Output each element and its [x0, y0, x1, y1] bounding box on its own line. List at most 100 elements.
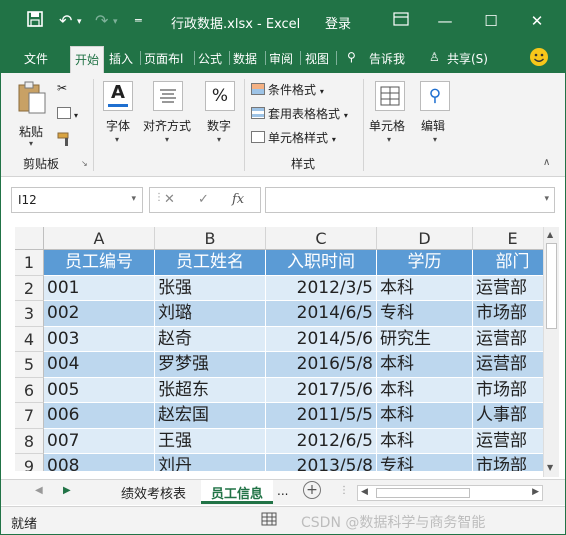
table-header-cell[interactable]: 员工编号: [44, 250, 155, 276]
table-cell[interactable]: 专科: [377, 301, 473, 327]
confirm-icon[interactable]: ✓: [198, 192, 209, 207]
name-box-dropdown-icon[interactable]: ▾: [131, 194, 136, 204]
add-sheet-icon[interactable]: +: [303, 481, 321, 499]
formula-options-icon[interactable]: ⋮: [154, 192, 164, 203]
table-cell[interactable]: 赵奇: [155, 326, 266, 352]
cells-button[interactable]: 单元格 ▾: [369, 79, 415, 149]
table-cell[interactable]: 市场部: [473, 377, 543, 403]
row-header-7[interactable]: 7: [15, 403, 44, 429]
table-cell[interactable]: 006: [44, 403, 155, 429]
column-header-b[interactable]: B: [155, 227, 266, 250]
scroll-down-icon[interactable]: ▼: [547, 463, 553, 472]
table-cell[interactable]: 运营部: [473, 275, 543, 301]
table-cell[interactable]: 本科: [377, 352, 473, 378]
sheet-tab-performance[interactable]: 绩效考核表: [111, 480, 196, 504]
tab-split-icon[interactable]: ⋮: [339, 485, 349, 496]
cell-style-button[interactable]: 单元格样式 ▾: [251, 129, 336, 146]
table-cell[interactable]: 赵宏国: [155, 403, 266, 429]
cells-dropdown-icon[interactable]: ▾: [387, 135, 391, 144]
row-header-6[interactable]: 6: [15, 377, 44, 403]
column-header-c[interactable]: C: [266, 227, 377, 250]
scroll-up-icon[interactable]: ▲: [547, 230, 553, 239]
row-header-5[interactable]: 5: [15, 352, 44, 378]
table-cell[interactable]: 张超东: [155, 377, 266, 403]
table-cell[interactable]: 007: [44, 428, 155, 454]
sheet-tab-employee-info[interactable]: 员工信息: [201, 480, 274, 504]
table-cell[interactable]: 运营部: [473, 326, 543, 352]
table-cell[interactable]: 2014/6/5: [266, 301, 377, 327]
table-cell[interactable]: 002: [44, 301, 155, 327]
scroll-right-icon[interactable]: ▶: [532, 487, 539, 497]
prev-sheet-icon[interactable]: ◀: [35, 485, 43, 496]
table-format-button[interactable]: 套用表格格式 ▾: [251, 105, 348, 122]
font-button[interactable]: A 字体 ▾: [101, 79, 137, 149]
tab-home[interactable]: 开始: [70, 46, 105, 73]
undo-icon[interactable]: ↶: [59, 11, 72, 30]
share-button[interactable]: 共享(S): [447, 50, 488, 67]
horizontal-scrollbar[interactable]: ◀ ▶: [357, 485, 543, 501]
scroll-left-icon[interactable]: ◀: [361, 487, 368, 497]
tab-page-layout[interactable]: 页面布l: [144, 50, 183, 67]
save-icon[interactable]: [27, 11, 43, 31]
customize-toolbar-icon[interactable]: ═: [135, 14, 142, 27]
table-cell[interactable]: 专科: [377, 454, 473, 471]
tab-data[interactable]: 数据: [233, 50, 257, 67]
row-header-3[interactable]: 3: [15, 301, 44, 327]
alignment-button[interactable]: 对齐方式 ▾: [141, 79, 197, 149]
alignment-dropdown-icon[interactable]: ▾: [165, 135, 169, 144]
undo-dropdown-icon[interactable]: ▾: [77, 17, 82, 27]
column-header-a[interactable]: A: [44, 227, 155, 250]
table-cell[interactable]: 003: [44, 326, 155, 352]
row-header-8[interactable]: 8: [15, 428, 44, 454]
table-cell[interactable]: 本科: [377, 403, 473, 429]
tab-insert[interactable]: 插入: [109, 50, 133, 67]
table-cell[interactable]: 2012/6/5: [266, 428, 377, 454]
row-header-4[interactable]: 4: [15, 326, 44, 352]
cut-icon[interactable]: ✂: [57, 81, 67, 95]
select-all-corner[interactable]: [15, 227, 44, 250]
table-header-cell[interactable]: 员工姓名: [155, 250, 266, 276]
table-cell[interactable]: 001: [44, 275, 155, 301]
tell-me-icon[interactable]: ⚲: [347, 50, 356, 64]
vertical-scroll-thumb[interactable]: [546, 243, 557, 329]
worksheet-grid[interactable]: A B C D E 1 2 3 4 5 6 7 8 9 员工编号 员工姓名 入职时间 学历 部门 001 张强 2012/…: [15, 227, 543, 471]
row-header-9[interactable]: 9: [15, 454, 44, 471]
formula-input[interactable]: ▾: [265, 187, 555, 213]
table-cell[interactable]: 2012/3/5: [266, 275, 377, 301]
table-cell[interactable]: 005: [44, 377, 155, 403]
login-link[interactable]: 登录: [325, 13, 351, 32]
editing-dropdown-icon[interactable]: ▾: [433, 135, 437, 144]
copy-icon[interactable]: ▾: [57, 107, 78, 121]
table-header-cell[interactable]: 入职时间: [266, 250, 377, 276]
table-cell[interactable]: 008: [44, 454, 155, 471]
row-header-1[interactable]: 1: [15, 250, 44, 276]
table-cell[interactable]: 本科: [377, 428, 473, 454]
conditional-format-button[interactable]: 条件格式 ▾: [251, 81, 324, 98]
table-cell[interactable]: 2011/5/5: [266, 403, 377, 429]
editing-button[interactable]: ⚲ 编辑 ▾: [417, 79, 453, 149]
feedback-smile-icon[interactable]: [529, 47, 549, 70]
name-box[interactable]: I12 ▾: [11, 187, 143, 213]
number-button[interactable]: % 数字 ▾: [201, 79, 241, 149]
paste-button[interactable]: 粘贴 ▾: [15, 81, 49, 148]
table-cell[interactable]: 市场部: [473, 454, 543, 471]
table-cell[interactable]: 研究生: [377, 326, 473, 352]
table-cell[interactable]: 张强: [155, 275, 266, 301]
normal-view-icon[interactable]: [261, 511, 277, 530]
table-cell[interactable]: 2017/5/6: [266, 377, 377, 403]
table-cell[interactable]: 2016/5/8: [266, 352, 377, 378]
table-cell[interactable]: 本科: [377, 275, 473, 301]
table-cell[interactable]: 运营部: [473, 352, 543, 378]
table-header-cell[interactable]: 学历: [377, 250, 473, 276]
redo-dropdown-icon[interactable]: ▾: [113, 17, 118, 27]
ribbon-options-icon[interactable]: [387, 9, 415, 33]
font-dropdown-icon[interactable]: ▾: [115, 135, 119, 144]
table-cell[interactable]: 2014/5/6: [266, 326, 377, 352]
vertical-scrollbar[interactable]: ▲ ▼: [543, 227, 559, 477]
table-cell[interactable]: 运营部: [473, 428, 543, 454]
redo-icon[interactable]: ↷: [95, 11, 108, 30]
table-cell[interactable]: 本科: [377, 377, 473, 403]
cancel-icon[interactable]: ✕: [164, 192, 175, 207]
tab-view[interactable]: 视图: [305, 50, 329, 67]
tell-me-box[interactable]: 告诉我: [369, 50, 405, 67]
